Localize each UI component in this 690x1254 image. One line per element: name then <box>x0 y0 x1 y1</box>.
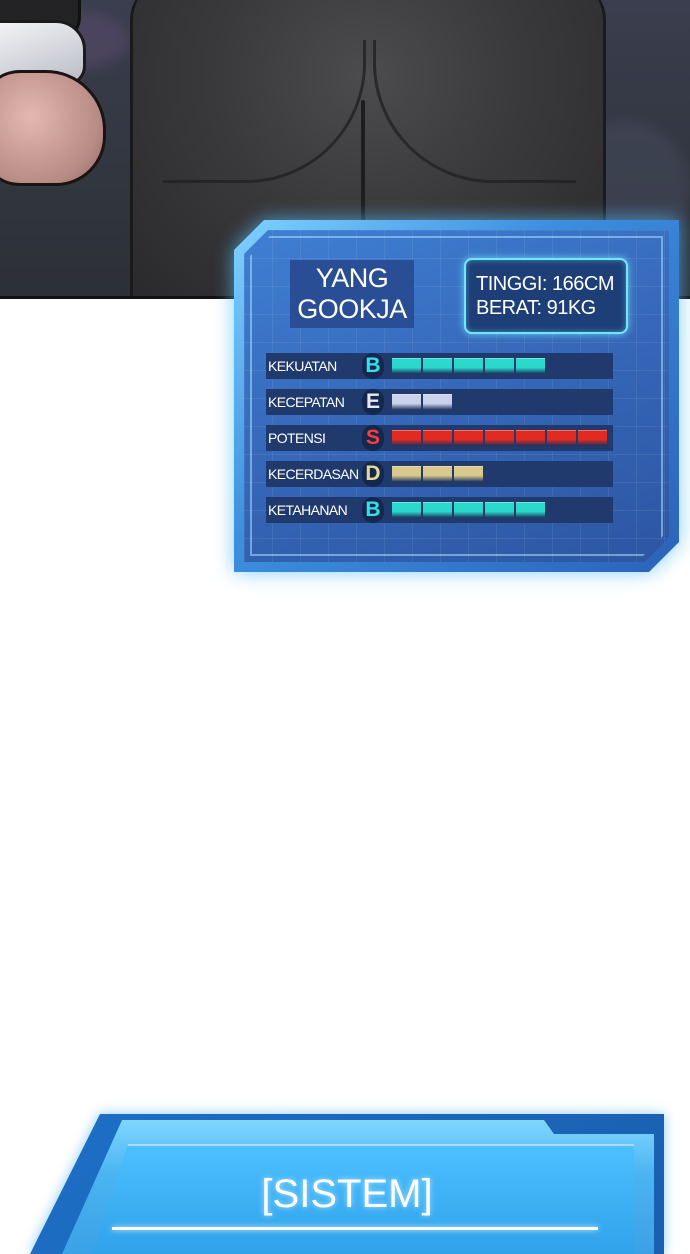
system-panel-title: [SISTEM] <box>261 1172 433 1216</box>
stat-row-potensi: POTENSI S <box>266 425 613 451</box>
stat-label: KETAHANAN <box>268 502 348 518</box>
stat-bar-segment <box>392 358 421 374</box>
stat-bar-segment <box>423 430 452 446</box>
character-name-line1: YANG <box>315 263 389 293</box>
trouser-fold-left <box>163 40 366 183</box>
stat-bar <box>392 502 545 518</box>
stat-bar-segment <box>454 430 483 446</box>
stat-label: KECEPATAN <box>268 394 345 410</box>
stat-bar-segment <box>454 502 483 518</box>
stat-bar-segment <box>516 502 545 518</box>
character-name: YANG GOOKJA <box>290 260 414 328</box>
stat-row-kecerdasan: KECERDASAN D <box>266 461 613 487</box>
stat-bar <box>392 430 607 446</box>
stat-label: KECERDASAN <box>268 466 359 482</box>
system-panel: [SISTEM] <box>30 1114 664 1254</box>
stat-grade: S <box>362 425 384 451</box>
stat-bar-segment <box>392 394 421 410</box>
trouser-fold-right <box>373 40 576 183</box>
stat-bar-segment <box>454 466 483 482</box>
stat-bar-segment <box>423 502 452 518</box>
body-measurements: TINGGI: 166CM BERAT: 91KG <box>464 258 628 334</box>
stat-bar-segment <box>423 394 452 410</box>
stat-bar-segment <box>485 430 514 446</box>
stat-bar-segment <box>516 358 545 374</box>
stat-row-ketahanan: KETAHANAN B <box>266 497 613 523</box>
stat-bar-segment <box>392 466 421 482</box>
system-panel-underline <box>112 1227 598 1230</box>
stat-bar-segment <box>516 430 545 446</box>
stat-row-kekuatan: KEKUATAN B <box>266 353 613 379</box>
stat-bar <box>392 394 452 410</box>
stat-bar-segment <box>485 502 514 518</box>
stat-bar-segment <box>454 358 483 374</box>
stat-label: KEKUATAN <box>268 358 337 374</box>
stat-grade: B <box>362 497 384 523</box>
stat-grade: E <box>362 389 384 415</box>
character-name-line2: GOOKJA <box>297 294 407 324</box>
stat-row-kecepatan: KECEPATAN E <box>266 389 613 415</box>
stat-label: POTENSI <box>268 430 326 446</box>
stat-bar-segment <box>392 502 421 518</box>
stat-grade: D <box>362 461 384 487</box>
stat-bar-segment <box>423 466 452 482</box>
stat-grade: B <box>362 353 384 379</box>
stat-bar-segment <box>423 358 452 374</box>
weight-value: BERAT: 91KG <box>476 297 596 319</box>
stat-bar <box>392 358 545 374</box>
status-card: YANG GOOKJA TINGGI: 166CM BERAT: 91KG KE… <box>234 220 679 572</box>
stat-bar-segment <box>547 430 576 446</box>
height-value: TINGGI: 166CM <box>476 273 614 295</box>
stat-bar-segment <box>485 358 514 374</box>
stat-bar-segment <box>392 430 421 446</box>
clenched-fist <box>0 70 106 186</box>
stat-bar <box>392 466 483 482</box>
stat-bar-segment <box>578 430 607 446</box>
